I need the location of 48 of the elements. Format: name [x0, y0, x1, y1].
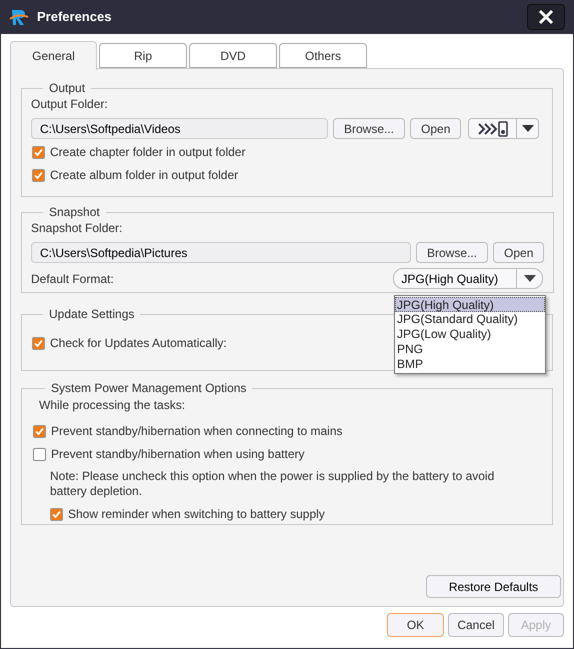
intro-text: While processing the tasks: [38, 397, 186, 414]
caret-icon[interactable] [522, 125, 534, 132]
tab[interactable]: Rip [99, 43, 187, 68]
format-dropdown[interactable]: JPG(High Quality) [393, 268, 544, 289]
checkbox[interactable] [33, 424, 46, 438]
folder-button[interactable]: Browse... [333, 118, 406, 139]
checkbox[interactable] [32, 146, 45, 158]
field-label: Default Format: [31, 270, 114, 288]
tab[interactable]: DVD [189, 43, 277, 68]
format-option[interactable]: PNG [395, 342, 545, 357]
restore-defaults-button[interactable]: Restore Defaults [426, 575, 561, 598]
window-title: Preferences [37, 8, 112, 26]
close-button[interactable] [527, 4, 565, 30]
checkbox-label: Show reminder when switching to battery supply [68, 506, 325, 523]
note-text: Note: Please uncheck this option when the power is supplied by the battery to avoid battery depletion. [49, 469, 496, 499]
checkbox-label: Prevent standby/hibernation when using battery [51, 446, 304, 463]
group-legend: Update Settings [43, 305, 140, 323]
folder-button[interactable]: Open [493, 242, 544, 263]
folder-path-field[interactable]: C:\Users\Softpedia\Videos [31, 118, 328, 139]
tab[interactable]: Others [279, 43, 367, 68]
checkbox[interactable] [33, 448, 46, 460]
app-logo-icon [9, 8, 29, 26]
folder-button[interactable]: Browse... [416, 242, 488, 263]
checkbox[interactable] [50, 508, 63, 520]
checkbox-label: Create album folder in output folder [50, 167, 238, 184]
dialog-button[interactable]: OK [387, 613, 444, 637]
checkbox[interactable] [32, 336, 45, 350]
format-option[interactable]: JPG(Low Quality) [395, 327, 545, 342]
checkbox-label: Check for Updates Automatically: [50, 335, 227, 352]
tab[interactable]: General [10, 41, 97, 70]
group-legend: System Power Management Options [45, 379, 252, 397]
caret-icon [524, 275, 536, 282]
dialog-button[interactable]: Cancel [448, 613, 504, 637]
group-legend: Output [43, 79, 92, 97]
folder-path-field[interactable]: C:\Users\Softpedia\Pictures [31, 242, 411, 263]
device-button[interactable] [468, 118, 540, 139]
format-option[interactable]: BMP [395, 357, 545, 372]
checkbox-label: Prevent standby/hibernation when connecting to mains [51, 423, 343, 440]
checkbox[interactable] [32, 168, 45, 182]
folder-button[interactable]: Open [410, 118, 462, 139]
field-label: Snapshot Folder: [31, 220, 124, 237]
field-label: Output Folder: [31, 96, 109, 113]
group-legend: Snapshot [43, 203, 106, 221]
format-option[interactable]: JPG(Standard Quality) [395, 312, 545, 327]
close-icon [538, 9, 554, 25]
chevrons-device-icon [477, 120, 510, 136]
checkbox-label: Create chapter folder in output folder [50, 144, 246, 161]
format-option[interactable]: JPG(High Quality) [395, 297, 545, 312]
